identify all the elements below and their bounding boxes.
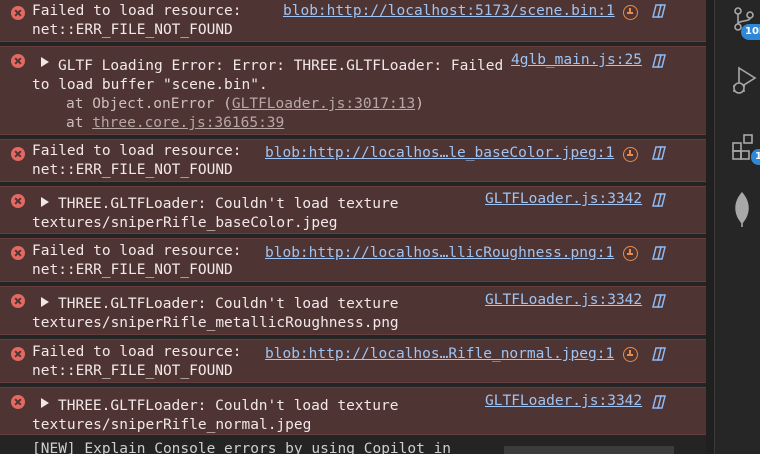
expand-triangle-icon[interactable] <box>41 297 49 307</box>
expand-triangle-icon[interactable] <box>41 57 49 67</box>
insight-icon[interactable] <box>623 5 638 20</box>
console-error-entry[interactable]: Failed to load resource: net::ERR_FILE_N… <box>0 339 706 383</box>
mongodb-leaf-icon[interactable] <box>731 190 753 228</box>
error-icon <box>11 294 25 308</box>
error-message-line: THREE.GLTFLoader: Couldn't load texture <box>58 398 399 414</box>
error-message-line: to load buffer "scene.bin". <box>32 77 268 93</box>
stack-frame: at three.core.js:36165:39 <box>66 115 285 131</box>
error-message-line: Failed to load resource: <box>32 3 242 19</box>
error-icon <box>11 246 25 260</box>
extensions-badge: 1 <box>751 149 760 165</box>
copilot-explain-icon[interactable] <box>650 145 668 161</box>
copilot-explain-icon[interactable] <box>650 293 668 309</box>
stack-frame: at Object.onError (GLTFLoader.js:3017:13… <box>66 96 424 112</box>
error-message-line: THREE.GLTFLoader: Couldn't load texture <box>58 296 399 312</box>
error-message-line: textures/sniperRifle_baseColor.jpeg <box>32 215 338 231</box>
error-icon <box>11 347 25 361</box>
console-error-entry[interactable]: Failed to load resource: net::ERR_FILE_N… <box>0 139 706 182</box>
source-link[interactable]: blob:http://localhos…Rifle_normal.jpeg:1 <box>265 345 614 364</box>
promo-action-box[interactable] <box>504 446 674 454</box>
panel-divider[interactable] <box>706 0 714 454</box>
error-message-line: THREE.GLTFLoader: Couldn't load texture <box>58 196 399 212</box>
error-icon <box>11 395 25 409</box>
stack-frame-link[interactable]: GLTFLoader.js:3017:13 <box>232 96 415 112</box>
activity-bar: 10K 1 <box>714 0 760 454</box>
source-link[interactable]: GLTFLoader.js:3342 <box>485 291 642 310</box>
error-message-line: textures/sniperRifle_normal.jpeg <box>32 417 312 433</box>
error-icon <box>11 6 25 20</box>
copilot-explain-icon[interactable] <box>650 346 668 362</box>
error-message-line: net::ERR_FILE_NOT_FOUND <box>32 262 233 278</box>
insight-icon[interactable] <box>623 347 638 362</box>
error-icon <box>11 54 25 68</box>
insight-icon[interactable] <box>623 246 638 261</box>
error-message-line: Failed to load resource: <box>32 143 242 159</box>
error-message-line: net::ERR_FILE_NOT_FOUND <box>32 162 233 178</box>
console-panel: Failed to load resource: net::ERR_FILE_N… <box>0 0 706 454</box>
stack-frame-link[interactable]: three.core.js:36165:39 <box>92 115 284 131</box>
copilot-explain-icon[interactable] <box>650 53 668 69</box>
console-error-entry[interactable]: THREE.GLTFLoader: Couldn't load texture … <box>0 286 706 335</box>
console-error-entry[interactable]: Failed to load resource: net::ERR_FILE_N… <box>0 238 706 282</box>
copilot-explain-icon[interactable] <box>650 394 668 410</box>
expand-triangle-icon[interactable] <box>41 398 49 408</box>
source-link[interactable]: GLTFLoader.js:3342 <box>485 190 642 209</box>
copilot-promo-text: [NEW] Explain Console errors by using Co… <box>32 441 452 454</box>
source-link[interactable]: 4glb_main.js:25 <box>511 51 642 70</box>
error-icon <box>11 194 25 208</box>
source-link[interactable]: blob:http://localhos…le_baseColor.jpeg:1 <box>265 144 614 163</box>
error-message-line: net::ERR_FILE_NOT_FOUND <box>32 363 233 379</box>
source-link[interactable]: blob:http://localhost:5173/scene.bin:1 <box>283 2 615 21</box>
source-control-badge: 10K <box>741 24 760 40</box>
error-message-line: Failed to load resource: <box>32 344 242 360</box>
error-message-line: textures/sniperRifle_metallicRoughness.p… <box>32 315 399 331</box>
console-error-entry[interactable]: THREE.GLTFLoader: Couldn't load texture … <box>0 186 706 234</box>
insight-icon[interactable] <box>623 147 638 162</box>
error-message-line: net::ERR_FILE_NOT_FOUND <box>32 22 233 38</box>
copilot-explain-icon[interactable] <box>650 245 668 261</box>
error-message-line: GLTF Loading Error: Error: THREE.GLTFLoa… <box>58 58 504 74</box>
copilot-explain-icon[interactable] <box>650 3 668 19</box>
error-icon <box>11 147 25 161</box>
console-error-entry[interactable]: THREE.GLTFLoader: Couldn't load texture … <box>0 387 706 435</box>
devtools-window: Failed to load resource: net::ERR_FILE_N… <box>0 0 760 454</box>
error-message-line: Failed to load resource: <box>32 243 242 259</box>
copilot-explain-icon[interactable] <box>650 192 668 208</box>
console-error-entry[interactable]: Failed to load resource: net::ERR_FILE_N… <box>0 0 706 42</box>
console-error-entry[interactable]: GLTF Loading Error: Error: THREE.GLTFLoa… <box>0 46 706 135</box>
expand-triangle-icon[interactable] <box>41 197 49 207</box>
source-link[interactable]: GLTFLoader.js:3342 <box>485 392 642 411</box>
source-link[interactable]: blob:http://localhos…llicRoughness.png:1 <box>265 244 614 263</box>
run-debug-icon[interactable] <box>731 66 759 96</box>
